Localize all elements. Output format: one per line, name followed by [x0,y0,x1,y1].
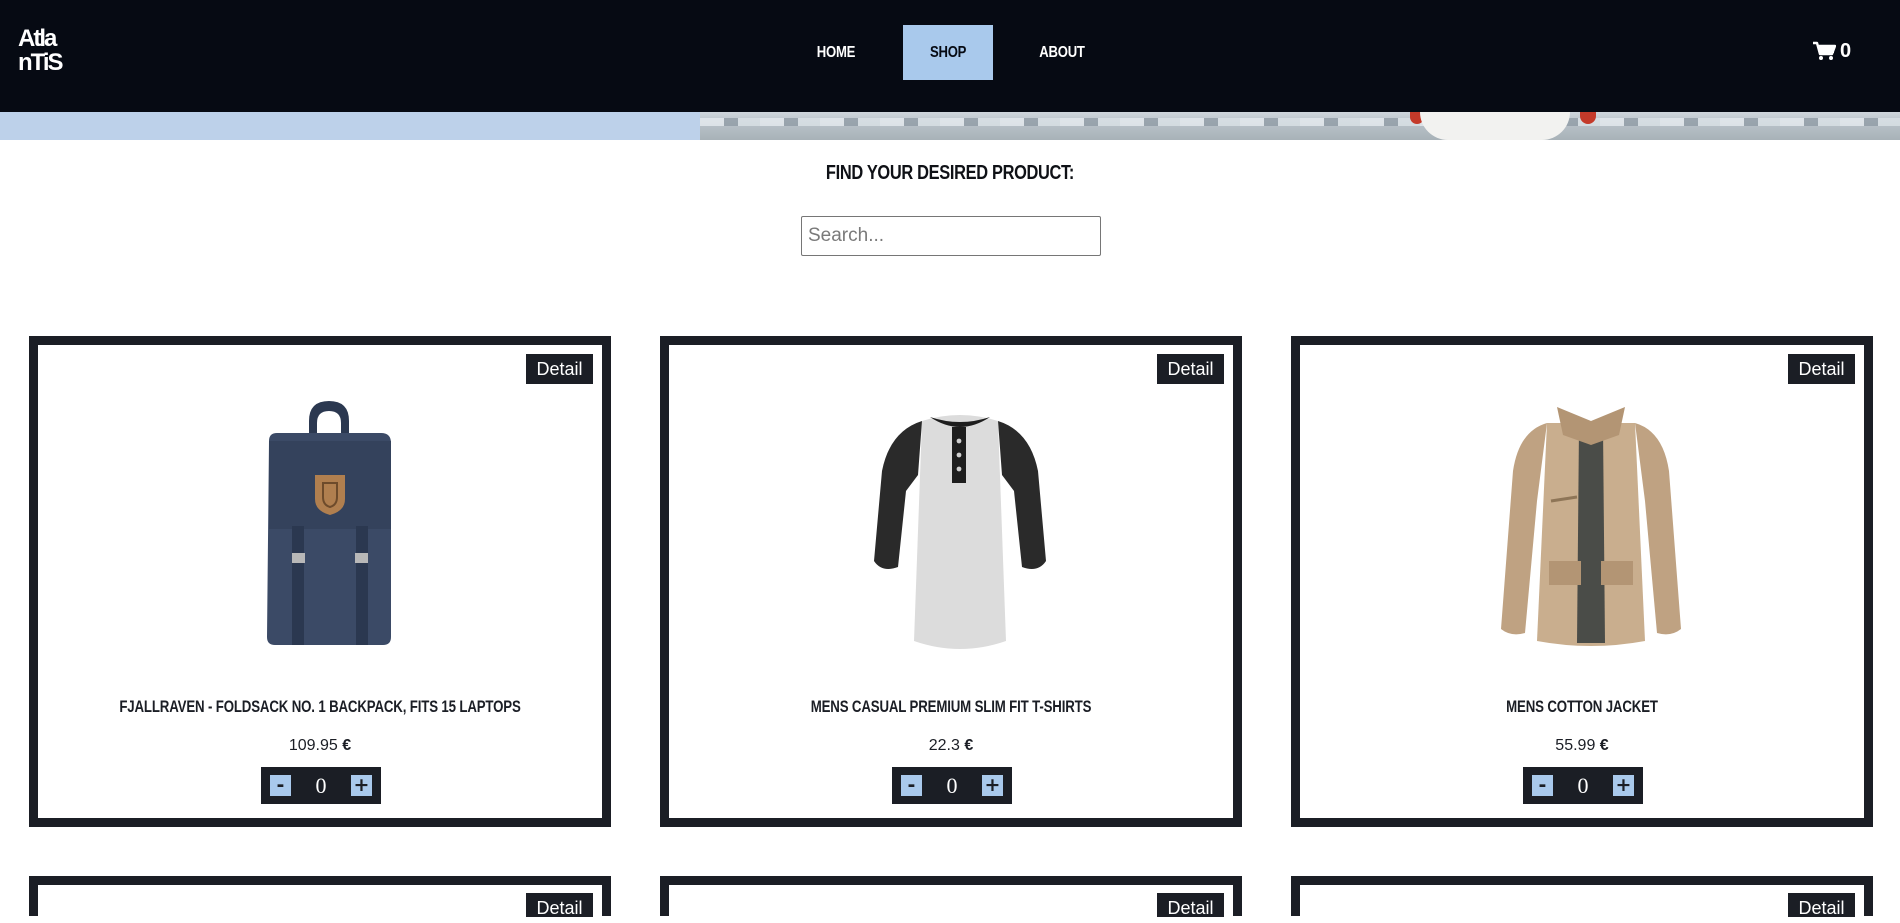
price-value: 55.99 [1555,737,1596,754]
cart-button[interactable]: 0 [1812,36,1851,66]
increase-quantity-button[interactable]: + [982,775,1003,796]
product-title[interactable]: FJALLRAVEN - FOLDSACK NO. 1 BACKPACK, FI… [100,697,540,717]
nav-home[interactable]: HOME [806,25,865,80]
decrease-quantity-button[interactable]: - [901,775,922,796]
price-value: 109.95 [288,737,338,754]
search-input[interactable] [801,216,1101,256]
product-price: 109.95 € [38,737,602,755]
hero-figure [1420,112,1570,140]
product-card: Detail [1291,876,1873,918]
quantity-value: 0 [315,772,327,798]
nav-shop[interactable]: SHOP [903,25,993,80]
decrease-quantity-button[interactable]: - [1532,775,1553,796]
product-title[interactable]: MENS CASUAL PREMIUM SLIM FIT T-SHIRTS [731,697,1171,717]
quantity-stepper: - 0 + [261,767,381,804]
product-title[interactable]: MENS COTTON JACKET [1362,697,1802,717]
quantity-value: 0 [1577,772,1589,798]
product-price: 22.3 € [669,737,1233,755]
main-nav: HOME SHOP ABOUT [0,0,1900,112]
hero-banner-left [0,112,700,140]
detail-button[interactable]: Detail [526,354,593,384]
product-card: Detail FJALLRAVEN - FOLDSACK NO. 1 BACKP… [29,336,611,827]
currency-symbol: € [342,737,352,754]
sea-wave [700,118,1900,126]
jacket-image[interactable] [1491,401,1691,651]
decrease-quantity-button[interactable]: - [270,775,291,796]
tshirt-image[interactable] [860,401,1060,651]
cart-count: 0 [1840,39,1852,62]
price-value: 22.3 [928,737,960,754]
hero-banner-image [700,112,1900,140]
product-card: Detail [660,876,1242,918]
search-heading: FIND YOUR DESIRED PRODUCT: [825,162,1075,184]
detail-button[interactable]: Detail [1157,354,1224,384]
quantity-value: 0 [946,772,958,798]
currency-symbol: € [1599,737,1609,754]
currency-symbol: € [964,737,974,754]
product-card: Detail MENS CASUAL PREMIUM SLIM FIT T-SH… [660,336,1242,827]
nav-about[interactable]: ABOUT [1032,25,1091,80]
detail-button[interactable]: Detail [1788,354,1855,384]
product-price: 55.99 € [1300,737,1864,755]
quantity-stepper: - 0 + [892,767,1012,804]
quantity-stepper: - 0 + [1523,767,1643,804]
product-card: Detail MENS COTTON JACKET 55.99 € - 0 + [1291,336,1873,827]
navbar: Atla nTiS HOME SHOP ABOUT 0 [0,0,1900,112]
backpack-image[interactable] [229,401,429,651]
increase-quantity-button[interactable]: + [351,775,372,796]
product-card: Detail [29,876,611,918]
nav-shop-label: SHOP [929,44,967,61]
increase-quantity-button[interactable]: + [1613,775,1634,796]
cart-icon [1813,41,1836,60]
